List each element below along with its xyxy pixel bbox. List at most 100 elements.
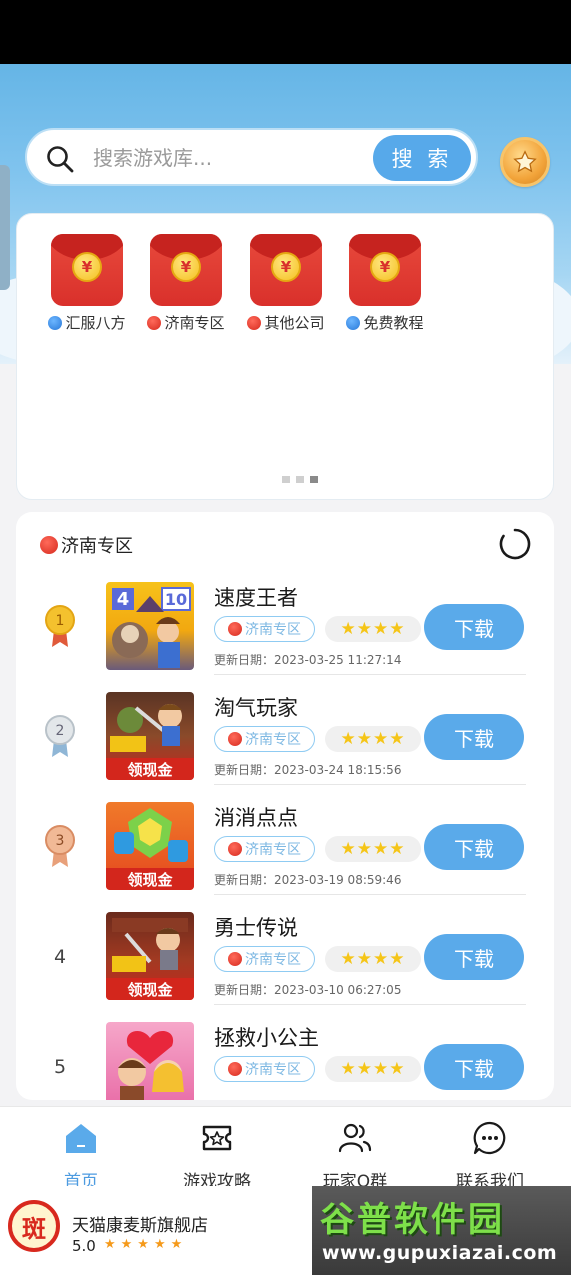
svg-text:领现金: 领现金 — [126, 981, 173, 999]
shortcut-tutorial[interactable]: ¥ 免费教程 — [337, 234, 433, 333]
divider — [214, 674, 526, 675]
download-button[interactable]: 下载 — [424, 1044, 524, 1090]
region-tag: 济南专区 — [214, 836, 315, 862]
update-date: 更新日期：2023-03-24 18:15:56 — [214, 763, 402, 777]
game-row: 3 领现金 消消点点 济南专区 ★★★★ 更新日期：2023-03-19 08:… — [16, 794, 554, 904]
shortcut-huifu[interactable]: ¥ 汇服八方 — [39, 234, 135, 333]
game-title: 拯救小公主 — [214, 1026, 319, 1050]
game-title: 淘气玩家 — [214, 696, 298, 720]
svg-text:2: 2 — [56, 723, 65, 739]
update-date: 更新日期：2023-03-10 06:27:05 — [214, 983, 402, 997]
red-dot-icon — [40, 536, 58, 554]
red-dot-icon — [247, 315, 262, 330]
rank-number: 5 — [53, 1056, 67, 1078]
nav-guides[interactable]: 游戏攻略 — [152, 1119, 282, 1192]
red-envelope-icon: ¥ — [250, 234, 322, 306]
star-rating: ★★★★ — [325, 1056, 421, 1082]
silver-medal-icon: 2 — [45, 715, 75, 757]
svg-text:4: 4 — [117, 589, 130, 610]
bronze-medal-icon: 3 — [45, 825, 75, 867]
game-thumbnail[interactable]: 4 10 — [106, 582, 194, 670]
shop-score: 5.0 — [72, 1237, 96, 1255]
users-icon — [338, 1123, 372, 1153]
region-tag: 济南专区 — [214, 726, 315, 752]
divider — [214, 894, 526, 895]
list-title: 济南专区 — [61, 536, 133, 557]
star-rating: ★★★★ — [325, 616, 421, 642]
game-title: 消消点点 — [214, 806, 298, 830]
divider — [214, 1004, 526, 1005]
shortcut-label: 汇服八方 — [65, 314, 126, 332]
game-row: 1 4 10 速度王者 济南专区 ★★★★ 更新日期：2023-03-25 11… — [16, 574, 554, 684]
red-dot-icon — [228, 622, 242, 636]
red-envelope-icon: ¥ — [51, 234, 123, 306]
search-button[interactable]: 搜 索 — [373, 135, 471, 181]
svg-text:10: 10 — [165, 590, 187, 609]
svg-text:1: 1 — [56, 613, 65, 629]
game-row: 4 领现金 勇士传说 济南专区 ★★★★ 更新日期：2023-03-10 06:… — [16, 904, 554, 1014]
game-title: 勇士传说 — [214, 916, 298, 940]
update-date: 更新日期：2023-03-19 08:59:46 — [214, 873, 402, 887]
shortcut-jinan[interactable]: ¥ 济南专区 — [138, 234, 234, 333]
svg-text:领现金: 领现金 — [126, 871, 173, 889]
red-dot-icon — [228, 952, 242, 966]
game-row: 5 拯救小公主 济南专区 ★★★★ 下载 — [16, 1014, 554, 1100]
region-tag: 济南专区 — [214, 616, 315, 642]
gold-medal-icon: 1 — [45, 605, 75, 647]
shop-name: 天猫康麦斯旗舰店 — [72, 1216, 208, 1236]
red-dot-icon — [228, 732, 242, 746]
blue-dot-icon — [48, 315, 63, 330]
list-header: 济南专区 — [40, 532, 133, 558]
shortcut-panel: ¥ 汇服八方 ¥ 济南专区 ¥ 其他公司 ¥ 免费教程 — [16, 213, 554, 500]
star-rating: ★★★★ — [325, 946, 421, 972]
red-dot-icon — [228, 842, 242, 856]
download-button[interactable]: 下载 — [424, 714, 524, 760]
blue-dot-icon — [346, 315, 361, 330]
page-indicator — [282, 476, 318, 483]
divider — [214, 784, 526, 785]
search-icon — [47, 146, 74, 173]
game-title: 速度王者 — [214, 586, 298, 610]
bottom-nav: 首页 游戏攻略 玩家Q群 联系我们 — [0, 1106, 571, 1192]
nav-home[interactable]: 首页 — [16, 1119, 146, 1192]
nav-contact[interactable]: 联系我们 — [425, 1119, 555, 1192]
region-tag: 济南专区 — [214, 1056, 315, 1082]
star-rating: ★★★★ — [325, 726, 421, 752]
search-input[interactable] — [93, 140, 363, 176]
svg-text:3: 3 — [56, 833, 65, 849]
ticket-icon — [202, 1125, 232, 1151]
status-bar — [0, 0, 571, 64]
favorite-star-icon[interactable] — [500, 137, 550, 187]
search-bar: 搜 索 — [25, 128, 478, 186]
home-icon — [66, 1124, 96, 1153]
rank-number: 4 — [53, 946, 67, 968]
side-handle[interactable] — [0, 165, 10, 290]
shortcut-label: 济南专区 — [164, 314, 225, 332]
red-dot-icon — [147, 315, 162, 330]
game-list-panel: 济南专区 1 4 10 速度王者 济南专区 ★★★★ 更新日期：2023-03-… — [16, 512, 554, 1100]
game-thumbnail[interactable]: 领现金 — [106, 802, 194, 890]
game-row: 2 领现金 淘气玩家 济南专区 ★★★★ 更新日期：2023-03-24 18:… — [16, 684, 554, 794]
refresh-icon[interactable] — [498, 527, 532, 561]
shortcut-other[interactable]: ¥ 其他公司 — [238, 234, 334, 333]
star-rating: ★★★★ — [325, 836, 421, 862]
watermark: 谷普软件园 www.gupuxiazai.com — [312, 1186, 571, 1275]
download-button[interactable]: 下载 — [424, 604, 524, 650]
download-button[interactable]: 下载 — [424, 934, 524, 980]
red-dot-icon — [228, 1062, 242, 1076]
update-date: 更新日期：2023-03-25 11:27:14 — [214, 653, 402, 667]
shop-logo: 斑 — [8, 1200, 60, 1252]
shortcut-label: 其他公司 — [264, 314, 325, 332]
game-thumbnail[interactable] — [106, 1022, 194, 1100]
chat-icon — [473, 1121, 506, 1155]
region-tag: 济南专区 — [214, 946, 315, 972]
watermark-url: www.gupuxiazai.com — [322, 1242, 558, 1264]
download-button[interactable]: 下载 — [424, 824, 524, 870]
game-thumbnail[interactable]: 领现金 — [106, 912, 194, 1000]
game-thumbnail[interactable]: 领现金 — [106, 692, 194, 780]
nav-qq-group[interactable]: 玩家Q群 — [290, 1119, 420, 1192]
red-envelope-icon: ¥ — [349, 234, 421, 306]
shop-stars: ★★★★★ — [104, 1237, 188, 1252]
shortcut-label: 免费教程 — [363, 314, 424, 332]
svg-text:领现金: 领现金 — [126, 761, 173, 779]
